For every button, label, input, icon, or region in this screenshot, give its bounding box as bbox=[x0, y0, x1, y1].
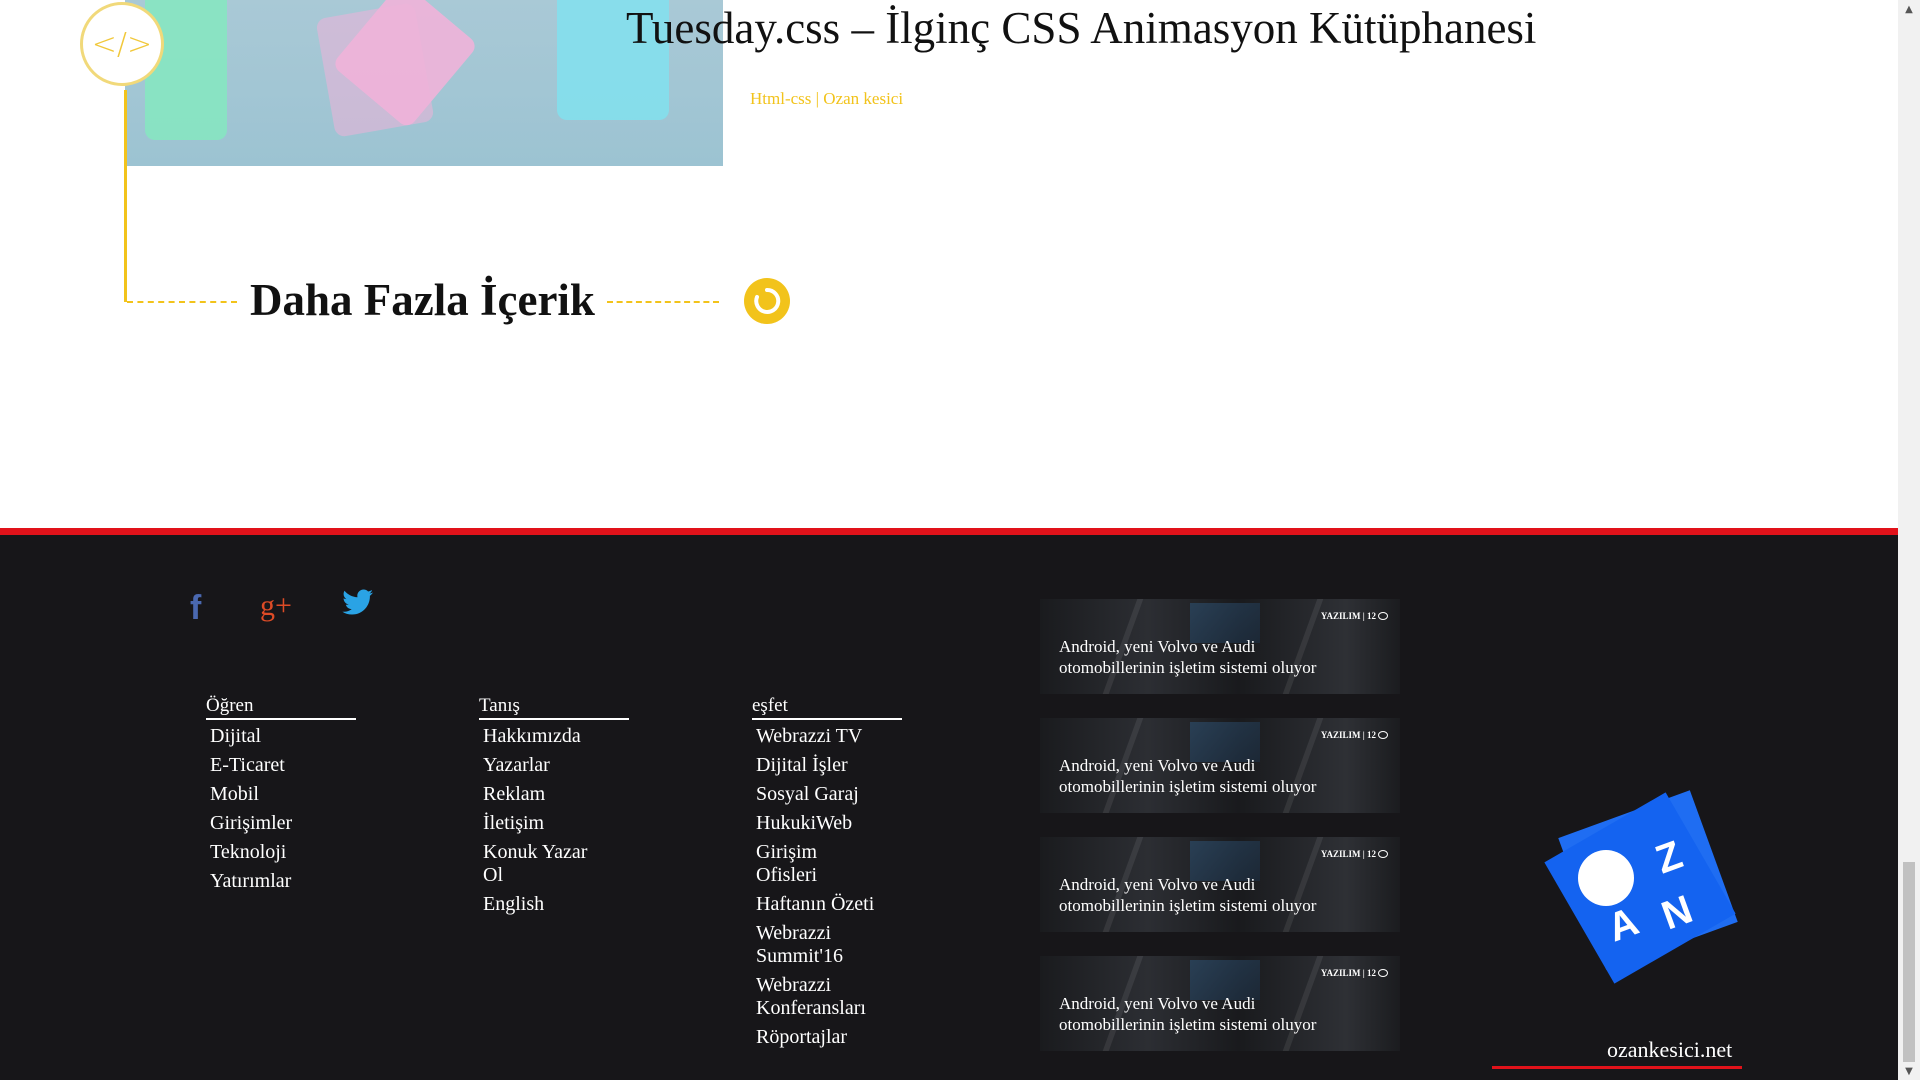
menu-link[interactable]: Reklam bbox=[483, 783, 603, 806]
footer-column-meet: Tanış Hakkımızda Yazarlar Reklam İletişi… bbox=[479, 695, 629, 922]
news-title[interactable]: Android, yeni Volvo ve Audi otomobilleri… bbox=[1059, 874, 1349, 916]
news-tag: YAZILIM | 12 bbox=[1321, 849, 1388, 859]
menu-link[interactable]: Dijital İşler bbox=[756, 754, 876, 777]
twitter-icon[interactable] bbox=[342, 589, 374, 617]
load-more-button[interactable] bbox=[744, 278, 790, 324]
news-category: YAZILIM | 12 bbox=[1320, 730, 1376, 740]
footer-column-discover: eşfet Webrazzi TV Dijital İşler Sosyal G… bbox=[752, 695, 902, 1055]
menu-link[interactable]: İletişim bbox=[483, 812, 603, 835]
divider-left bbox=[127, 301, 237, 303]
menu-link[interactable]: English bbox=[483, 893, 603, 916]
column-heading: eşfet bbox=[752, 695, 902, 720]
menu-list: Webrazzi TV Dijital İşler Sosyal Garaj H… bbox=[752, 725, 876, 1049]
column-heading: Öğren bbox=[206, 695, 356, 720]
menu-link[interactable]: Hakkımızda bbox=[483, 725, 603, 748]
brand-underline bbox=[1492, 1066, 1742, 1069]
column-heading: Tanış bbox=[479, 695, 629, 720]
news-title[interactable]: Android, yeni Volvo ve Audi otomobilleri… bbox=[1059, 636, 1349, 678]
scroll-down-icon[interactable]: ▼ bbox=[1898, 1062, 1920, 1080]
menu-link[interactable]: Webrazzi TV bbox=[756, 725, 876, 748]
news-card[interactable]: YAZILIM | 12 Android, yeni Volvo ve Audi… bbox=[1040, 718, 1400, 813]
google-plus-icon[interactable]: g+ bbox=[260, 589, 292, 623]
menu-link[interactable]: Teknoloji bbox=[210, 841, 330, 864]
news-category: YAZILIM | 12 bbox=[1320, 611, 1376, 621]
menu-link[interactable]: Webrazzi Summit'16 bbox=[756, 922, 876, 968]
post-title[interactable]: Tuesday.css – İlginç CSS Animasyon Kütüp… bbox=[626, 0, 1536, 56]
scroll-up-icon[interactable]: ▲ bbox=[1898, 0, 1920, 18]
menu-link[interactable]: Girişimler bbox=[210, 812, 330, 835]
site-link[interactable]: ozankesici.net bbox=[1607, 1037, 1732, 1063]
news-title[interactable]: Android, yeni Volvo ve Audi otomobilleri… bbox=[1059, 993, 1349, 1035]
menu-link[interactable]: Girişim Ofisleri bbox=[756, 841, 876, 887]
refresh-icon bbox=[754, 287, 781, 314]
scrollbar-thumb[interactable] bbox=[1903, 862, 1915, 1062]
eye-icon bbox=[1378, 731, 1388, 739]
menu-link[interactable]: Dijital bbox=[210, 725, 330, 748]
menu-link[interactable]: HukukiWeb bbox=[756, 812, 876, 835]
more-content-title: Daha Fazla İçerik bbox=[250, 275, 595, 325]
ozan-logo[interactable]: Z A N bbox=[1538, 780, 1748, 990]
code-icon: </> bbox=[80, 2, 164, 86]
menu-link[interactable]: Röportajlar bbox=[756, 1026, 876, 1049]
news-category: YAZILIM | 12 bbox=[1320, 968, 1376, 978]
menu-link[interactable]: Sosyal Garaj bbox=[756, 783, 876, 806]
news-category: YAZILIM | 12 bbox=[1320, 849, 1376, 859]
news-card[interactable]: YAZILIM | 12 Android, yeni Volvo ve Audi… bbox=[1040, 956, 1400, 1051]
eye-icon bbox=[1378, 969, 1388, 977]
news-tag: YAZILIM | 12 bbox=[1321, 611, 1388, 621]
menu-link[interactable]: Mobil bbox=[210, 783, 330, 806]
menu-link[interactable]: E-Ticaret bbox=[210, 754, 330, 777]
facebook-icon[interactable]: f bbox=[190, 589, 201, 628]
menu-link[interactable]: Yatırımlar bbox=[210, 870, 330, 893]
post-meta[interactable]: Html-css | Ozan kesici bbox=[750, 89, 903, 109]
eye-icon bbox=[1378, 612, 1388, 620]
news-card[interactable]: YAZILIM | 12 Android, yeni Volvo ve Audi… bbox=[1040, 837, 1400, 932]
news-card[interactable]: YAZILIM | 12 Android, yeni Volvo ve Audi… bbox=[1040, 599, 1400, 694]
news-tag: YAZILIM | 12 bbox=[1321, 730, 1388, 740]
menu-link[interactable]: Haftanın Özeti bbox=[756, 893, 876, 916]
timeline-line bbox=[124, 90, 127, 302]
divider-right bbox=[607, 301, 719, 303]
menu-link[interactable]: Yazarlar bbox=[483, 754, 603, 777]
footer-column-learn: Öğren Dijital E-Ticaret Mobil Girişimler… bbox=[206, 695, 356, 899]
menu-link[interactable]: Konuk Yazar Ol bbox=[483, 841, 603, 887]
eye-icon bbox=[1378, 850, 1388, 858]
footer: f g+ Öğren Dijital E-Ticaret Mobil Giriş… bbox=[0, 528, 1898, 1080]
scrollbar[interactable]: ▲ ▼ bbox=[1898, 0, 1920, 1080]
menu-list: Dijital E-Ticaret Mobil Girişimler Tekno… bbox=[206, 725, 330, 893]
menu-link[interactable]: Webrazzi Konferansları bbox=[756, 974, 876, 1020]
news-tag: YAZILIM | 12 bbox=[1321, 968, 1388, 978]
menu-list: Hakkımızda Yazarlar Reklam İletişim Konu… bbox=[479, 725, 603, 916]
news-title[interactable]: Android, yeni Volvo ve Audi otomobilleri… bbox=[1059, 755, 1349, 797]
